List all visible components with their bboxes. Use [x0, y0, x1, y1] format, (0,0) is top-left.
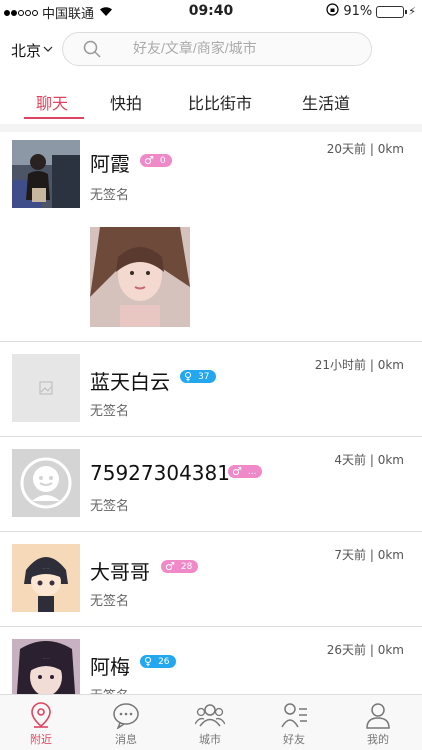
nav-friends[interactable]: 好友 — [264, 701, 324, 747]
search-bar[interactable] — [62, 32, 372, 66]
female-icon: ♀ — [144, 655, 153, 668]
list-item[interactable]: 大哥哥 ♂ 28 无签名 7天前 | 0km — [0, 532, 422, 627]
nav-label: 城市 — [199, 733, 221, 746]
battery-info: 91% ⚡ — [326, 3, 416, 20]
gender-age-badge: ♂ 0 — [140, 154, 172, 167]
gender-age-badge: ♂ 28 — [161, 560, 199, 573]
user-name: 蓝天白云 — [90, 370, 170, 394]
signature: 无签名 — [90, 594, 130, 609]
male-icon: ♂ — [165, 560, 175, 573]
city-label: 北京 — [11, 42, 42, 60]
signature: 无签名 — [90, 188, 130, 203]
list-item[interactable]: 蓝天白云 ♀ 37 无签名 21小时前 | 0km — [0, 342, 422, 437]
tab-chat[interactable]: 聊天 — [36, 90, 68, 114]
signature: 无签名 — [90, 404, 130, 419]
shared-photo[interactable] — [90, 227, 190, 327]
avatar-default[interactable] — [12, 449, 80, 517]
user-name: 阿梅 — [90, 655, 130, 679]
chat-list: 阿霞 ♂ 0 无签名 20天前 | 0km 蓝天白云 ♀ 37 无签名 21小时… — [0, 132, 422, 694]
time-distance: 21小时前 | 0km — [314, 358, 404, 372]
gender-age-badge: ♀ 26 — [140, 655, 176, 668]
tab-life[interactable]: 生活道 — [302, 90, 350, 114]
avatar[interactable] — [12, 140, 80, 208]
list-item[interactable]: 75927304381 ♂ ... 无签名 4天前 | 0km — [0, 437, 422, 532]
location-pin-icon — [11, 701, 71, 729]
status-bar: 中国联通 09:40 91% ⚡ — [0, 0, 422, 24]
time-distance: 7天前 | 0km — [334, 548, 404, 562]
age-value: 26 — [158, 656, 170, 667]
age-value: 37 — [198, 371, 210, 382]
list-item[interactable]: 阿霞 ♂ 0 无签名 20天前 | 0km — [0, 132, 422, 342]
tab-market[interactable]: 比比街市 — [188, 90, 252, 114]
nav-nearby[interactable]: 附近 — [11, 701, 71, 747]
signature: 无签名 — [90, 499, 130, 514]
nav-label: 好友 — [283, 733, 305, 746]
person-icon — [348, 701, 408, 729]
tab-bar: 聊天 快拍 比比街市 生活道 — [0, 78, 422, 122]
female-icon: ♀ — [184, 370, 193, 383]
time-distance: 20天前 | 0km — [326, 142, 404, 156]
age-value: ... — [247, 466, 257, 477]
nav-profile[interactable]: 我的 — [348, 701, 408, 747]
chat-bubble-icon — [96, 701, 156, 729]
signature: 无签名 — [90, 685, 129, 694]
gender-age-badge: ♂ ... — [228, 465, 263, 478]
avatar-placeholder[interactable] — [12, 354, 80, 422]
user-name: 大哥哥 — [90, 560, 150, 584]
charging-icon: ⚡ — [408, 5, 416, 18]
section-divider — [0, 124, 422, 132]
male-icon: ♂ — [232, 465, 242, 478]
age-value: 28 — [180, 561, 193, 572]
friends-list-icon — [264, 701, 324, 729]
active-tab-indicator — [24, 117, 84, 119]
age-value: 0 — [159, 155, 166, 166]
battery-icon — [376, 5, 408, 18]
time-distance: 4天前 | 0km — [334, 453, 404, 467]
nav-label: 附近 — [30, 733, 52, 746]
city-selector[interactable]: 北京 — [11, 40, 53, 61]
time-distance: 26天前 | 0km — [326, 643, 404, 657]
list-item[interactable]: 阿梅 ♀ 26 无签名 26天前 | 0km — [0, 627, 422, 694]
chevron-down-icon — [43, 45, 53, 56]
bottom-nav: 附近 消息 城市 好友 我的 — [0, 694, 422, 750]
people-group-icon — [180, 701, 240, 729]
user-name: 75927304381 — [90, 461, 230, 485]
nav-city[interactable]: 城市 — [180, 701, 240, 747]
nav-label: 我的 — [367, 733, 389, 746]
nav-messages[interactable]: 消息 — [96, 701, 156, 747]
user-name: 阿霞 — [90, 152, 130, 176]
avatar[interactable] — [12, 544, 80, 612]
tab-snapshot[interactable]: 快拍 — [110, 90, 142, 114]
battery-percent: 91% — [343, 4, 373, 19]
gender-age-badge: ♀ 37 — [180, 370, 216, 383]
search-icon — [83, 40, 101, 58]
search-input[interactable] — [133, 40, 353, 56]
male-icon: ♂ — [144, 154, 154, 167]
top-header: 北京 — [0, 28, 422, 70]
orientation-lock-icon — [326, 3, 339, 20]
nav-label: 消息 — [115, 733, 137, 746]
avatar[interactable] — [12, 639, 80, 694]
